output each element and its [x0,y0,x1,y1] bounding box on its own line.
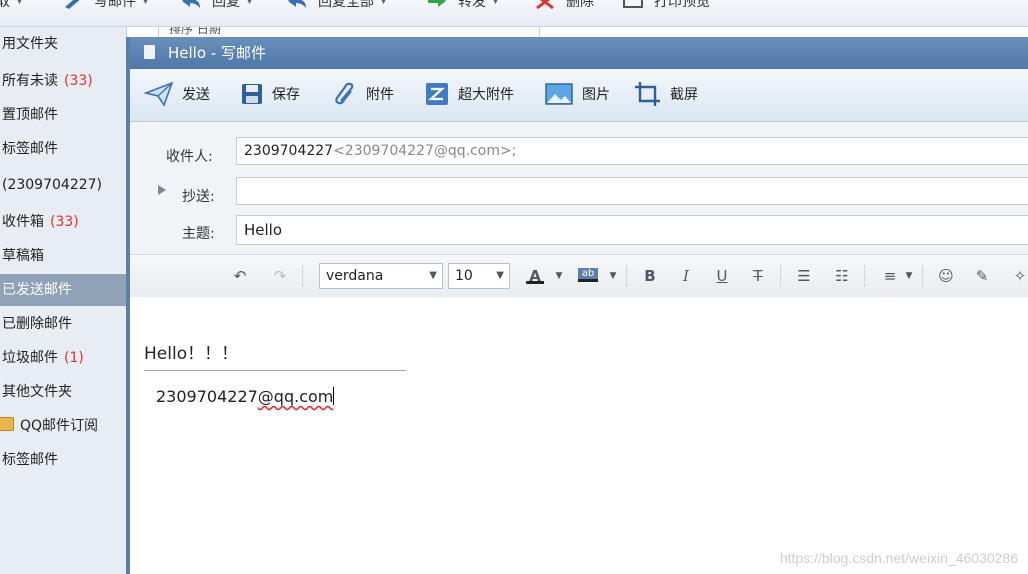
unread-count: (1) [64,350,84,366]
sidebar-item-sent[interactable]: 已发送邮件 [0,274,126,306]
compose-header-form: 收件人: 2309704227<2309704227@qq.com>; 抄送: … [130,122,1028,254]
chevron-down-icon: ▼ [429,270,437,281]
sidebar-item-tagged[interactable]: 标签邮件 [0,133,126,165]
unread-count: (33) [64,73,93,89]
document-icon [144,45,155,59]
sort-label[interactable]: 排序 日期 [169,27,221,37]
reply-icon [180,0,202,9]
chevron-down-icon[interactable]: ▼ [904,267,914,285]
italic-icon[interactable]: I [676,267,696,285]
reply-all-icon [286,0,308,9]
cc-label: 抄送: [182,189,215,205]
compose-title-bar[interactable]: Hello - 写邮件 [130,37,1028,69]
highlight-color-icon[interactable]: ab [578,268,598,282]
expand-cc-icon[interactable] [158,185,166,195]
chevron-down-icon: ▼ [492,0,499,6]
watermark: https://blog.csdn.net/weixin_46030286 [779,550,1018,566]
chevron-down-icon: ▼ [16,0,23,6]
floppy-disk-icon [242,84,262,104]
folder-sidebar: 用文件夹 所有未读 (33) 置顶邮件 标签邮件 (2309704227) 收件箱… [0,27,127,574]
large-attachment-icon [426,83,448,105]
body-text: Hello！！！ [144,344,239,364]
pen-icon [62,0,84,9]
redo-icon[interactable]: ↷ [270,267,290,285]
bold-icon[interactable]: B [640,267,660,285]
emoji-icon[interactable]: ☺ [936,267,956,285]
recipient-address: <2309704227@qq.com>; [333,143,517,159]
chevron-down-icon: ▼ [246,0,253,6]
app-toolbar: 收取▼ 写邮件▼ 回复▼ 回复全部▼ 转发▼ 删除 打印预览 [0,0,1028,27]
forward-icon [426,0,448,9]
send-button[interactable]: 发送 [144,79,210,109]
folder-icon [0,417,14,431]
strikethrough-icon[interactable]: T [748,267,768,285]
chevron-down-icon[interactable]: ▼ [554,267,564,285]
font-family-select[interactable]: verdana ▼ [319,263,443,289]
sidebar-item-inbox[interactable]: 收件箱 (33) [0,206,126,238]
save-button[interactable]: 保存 [240,79,300,109]
subject-field[interactable]: Hello [236,215,1028,245]
reply-all-button[interactable]: 回复全部 ▼ [286,0,387,12]
paperclip-icon [335,82,354,105]
sidebar-item-deleted[interactable]: 已删除邮件 [0,308,126,340]
to-field[interactable]: 2309704227<2309704227@qq.com>; [236,137,1028,165]
screenshot-button[interactable]: 截屏 [634,79,698,109]
chevron-down-icon: ▼ [380,0,387,6]
reply-button[interactable]: 回复 ▼ [180,0,253,12]
forward-button[interactable]: 转发 ▼ [426,0,499,12]
delete-icon [534,0,556,10]
sidebar-item-pinned[interactable]: 置顶邮件 [0,99,126,131]
numbered-list-icon[interactable]: ☷ [832,267,852,285]
subject-label: 主题: [182,226,215,242]
sidebar-item-qq-subscription[interactable]: QQ邮件订阅 [0,410,126,442]
image-button[interactable]: 图片 [544,79,610,109]
brush-icon[interactable]: ✎ [972,267,992,285]
crop-icon [635,82,660,106]
sidebar-item-tagged-2[interactable]: 标签邮件 [0,444,126,476]
to-label: 收件人: [166,149,213,165]
receive-button[interactable]: 收取▼ [0,0,23,12]
unread-count: (33) [50,214,79,230]
sidebar-item-account[interactable]: (2309704227) [0,169,126,201]
font-color-icon[interactable]: A [526,267,544,285]
sidebar-item-all-unread[interactable]: 所有未读 (33) [0,65,126,97]
sidebar-item-drafts[interactable]: 草稿箱 [0,240,126,272]
sidebar-item-other-folders[interactable]: 其他文件夹 [0,376,126,408]
font-size-select[interactable]: 10 ▼ [448,263,510,289]
delete-button[interactable]: 删除 [534,0,594,12]
signature-divider [144,370,406,371]
write-mail-button[interactable]: 写邮件 ▼ [62,0,149,12]
compose-toolbar: 发送 保存 附件 超大附件 图片 截屏 [130,69,1028,122]
large-attachment-button[interactable]: 超大附件 [424,79,514,109]
recipient-name: 2309704227 [244,143,334,159]
printer-icon [622,0,644,9]
sidebar-item-common-folders[interactable]: 用文件夹 [0,28,126,60]
window-title: Hello - 写邮件 [168,44,266,62]
chevron-down-icon[interactable]: ▼ [608,267,618,285]
message-body-editor[interactable]: Hello！！！ 2309704227@qq.com https://blog.… [130,297,1028,574]
chevron-down-icon: ▼ [142,0,149,6]
bullet-list-icon[interactable]: ☰ [794,267,814,285]
chevron-down-icon: ▼ [496,270,504,281]
magic-wand-icon[interactable]: ✧ [1010,267,1028,285]
underline-icon[interactable]: U [712,267,732,285]
align-icon[interactable]: ≡ [880,267,900,285]
print-preview-button[interactable]: 打印预览 [622,0,710,12]
sidebar-item-spam[interactable]: 垃圾邮件 (1) [0,342,126,374]
cc-field[interactable] [236,177,1028,205]
image-icon [545,83,573,105]
signature-domain: @qq.com [257,387,334,406]
compose-window: Hello - 写邮件 发送 保存 附件 超大附件 图片 截屏 收件人: 230… [126,37,1028,574]
signature: 2309704227@qq.com [156,387,335,406]
paper-plane-icon [144,81,174,107]
undo-icon[interactable]: ↶ [230,267,250,285]
format-toolbar: ↶ ↷ verdana ▼ 10 ▼ A ▼ ab ▼ B I U T ☰ ☷ ≡ … [130,254,1028,298]
text-caret [333,387,335,405]
attachment-button[interactable]: 附件 [332,79,394,109]
